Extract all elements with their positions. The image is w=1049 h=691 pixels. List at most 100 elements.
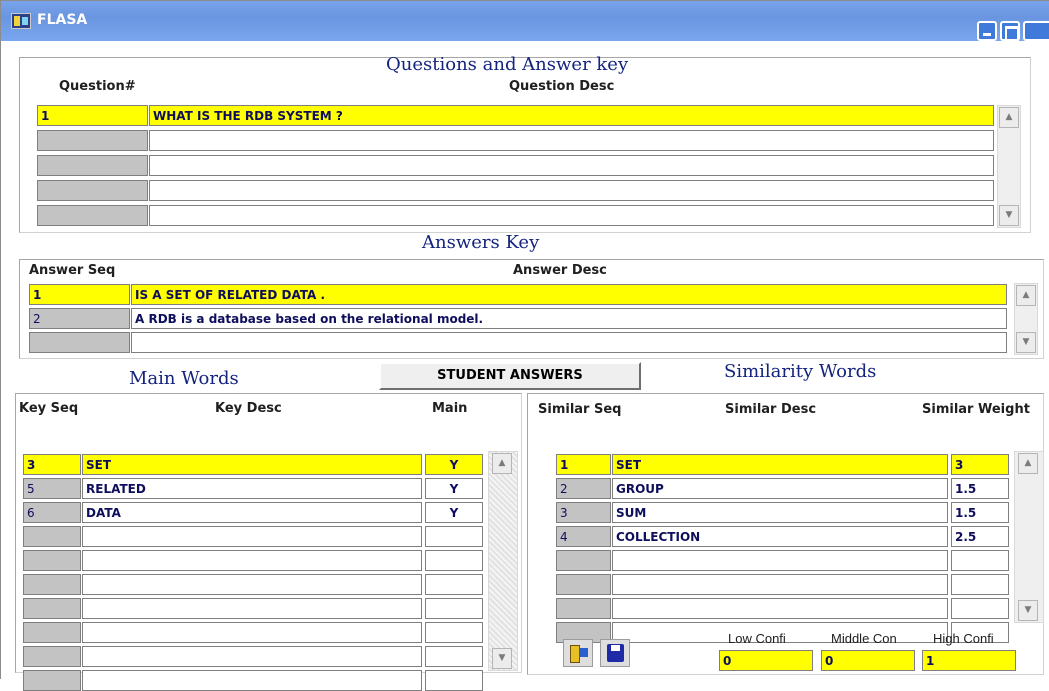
similar-seq-cell[interactable]: 3: [556, 502, 611, 523]
question-desc-cell[interactable]: WHAT IS THE RDB SYSTEM ?: [149, 105, 994, 126]
questions-scrollbar[interactable]: ▲ ▼: [997, 105, 1021, 228]
main-flag-cell[interactable]: Y: [425, 502, 483, 523]
similar-weight-header: Similar Weight: [922, 402, 1030, 417]
answers-scrollbar[interactable]: ▲ ▼: [1014, 283, 1038, 355]
exit-icon[interactable]: [563, 639, 593, 667]
main-words-scrollbar[interactable]: ▲ ▼: [488, 451, 518, 671]
similar-weight-cell[interactable]: [951, 550, 1009, 571]
form-content: Questions and Answer key Question# Quest…: [1, 41, 1049, 691]
similar-desc-cell[interactable]: [612, 574, 948, 595]
answer-seq-cell[interactable]: 1: [29, 284, 130, 305]
student-answers-button[interactable]: STUDENT ANSWERS: [379, 362, 641, 390]
key-seq-cell[interactable]: [23, 670, 81, 691]
question-desc-cell[interactable]: [149, 155, 994, 176]
key-desc-cell[interactable]: [82, 622, 422, 643]
answer-seq-cell[interactable]: 2: [29, 308, 130, 329]
key-seq-cell[interactable]: [23, 622, 81, 643]
similar-weight-cell[interactable]: 1.5: [951, 478, 1009, 499]
main-flag-cell[interactable]: [425, 670, 483, 691]
similar-desc-cell[interactable]: SET: [612, 454, 948, 475]
key-seq-cell[interactable]: [23, 550, 81, 571]
question-desc-cell[interactable]: [149, 180, 994, 201]
main-flag-cell[interactable]: [425, 574, 483, 595]
main-flag-cell[interactable]: [425, 622, 483, 643]
main-flag-cell[interactable]: [425, 598, 483, 619]
similar-desc-cell[interactable]: [612, 598, 948, 619]
key-desc-cell[interactable]: [82, 670, 422, 691]
scroll-up-arrow-icon[interactable]: ▲: [1016, 285, 1036, 306]
similar-seq-cell[interactable]: [556, 550, 611, 571]
similar-desc-cell[interactable]: SUM: [612, 502, 948, 523]
similar-seq-cell[interactable]: 4: [556, 526, 611, 547]
questions-section-title: Questions and Answer key: [386, 54, 629, 75]
similar-desc-cell[interactable]: COLLECTION: [612, 526, 948, 547]
key-seq-cell[interactable]: [23, 646, 81, 667]
similar-weight-cell[interactable]: [951, 574, 1009, 595]
scroll-down-arrow-icon[interactable]: ▼: [1016, 332, 1036, 353]
scroll-up-arrow-icon[interactable]: ▲: [999, 107, 1019, 128]
answer-desc-cell[interactable]: A RDB is a database based on the relatio…: [131, 308, 1007, 329]
similar-seq-cell[interactable]: [556, 598, 611, 619]
answer-desc-cell[interactable]: [131, 332, 1007, 353]
similar-seq-cell[interactable]: 1: [556, 454, 611, 475]
similar-desc-cell[interactable]: [612, 550, 948, 571]
window-title: FLASA: [37, 12, 88, 28]
save-icon[interactable]: [600, 639, 630, 667]
high-confi-field[interactable]: 1: [922, 650, 1016, 671]
similar-weight-cell[interactable]: 3: [951, 454, 1009, 475]
scroll-up-arrow-icon[interactable]: ▲: [1018, 453, 1038, 474]
key-desc-cell[interactable]: [82, 574, 422, 595]
key-desc-cell[interactable]: [82, 526, 422, 547]
main-flag-cell[interactable]: Y: [425, 454, 483, 475]
similar-weight-cell[interactable]: 1.5: [951, 502, 1009, 523]
high-confi-label: High Confi: [933, 631, 994, 646]
main-flag-cell[interactable]: Y: [425, 478, 483, 499]
middle-con-field[interactable]: 0: [821, 650, 915, 671]
question-desc-cell[interactable]: [149, 205, 994, 226]
key-desc-cell[interactable]: SET: [82, 454, 422, 475]
app-icon: [11, 13, 31, 29]
question-number-cell[interactable]: [37, 180, 148, 201]
key-seq-cell[interactable]: [23, 526, 81, 547]
similar-weight-cell[interactable]: 2.5: [951, 526, 1009, 547]
main-flag-cell[interactable]: [425, 526, 483, 547]
scroll-down-arrow-icon[interactable]: ▼: [999, 205, 1019, 226]
answer-desc-cell[interactable]: IS A SET OF RELATED DATA .: [131, 284, 1007, 305]
flasa-window: FLASA Questions and Answer key Question#…: [0, 0, 1049, 691]
question-desc-cell[interactable]: [149, 130, 994, 151]
low-confi-field[interactable]: 0: [719, 650, 813, 671]
question-number-cell[interactable]: [37, 155, 148, 176]
maximize-button[interactable]: [1000, 21, 1020, 41]
question-number-cell[interactable]: [37, 130, 148, 151]
key-desc-cell[interactable]: [82, 550, 422, 571]
scroll-down-arrow-icon[interactable]: ▼: [1018, 600, 1038, 621]
key-seq-cell[interactable]: [23, 598, 81, 619]
key-desc-cell[interactable]: [82, 646, 422, 667]
main-flag-cell[interactable]: [425, 550, 483, 571]
minimize-button[interactable]: [977, 21, 997, 41]
similar-weight-cell[interactable]: [951, 598, 1009, 619]
key-seq-cell[interactable]: 3: [23, 454, 81, 475]
key-seq-cell[interactable]: [23, 574, 81, 595]
question-number-cell[interactable]: [37, 205, 148, 226]
key-seq-header: Key Seq: [19, 401, 79, 416]
main-flag-cell[interactable]: [425, 646, 483, 667]
key-desc-cell[interactable]: [82, 598, 422, 619]
key-seq-cell[interactable]: 6: [23, 502, 81, 523]
close-button[interactable]: [1023, 21, 1049, 41]
similar-seq-cell[interactable]: [556, 574, 611, 595]
title-bar[interactable]: FLASA: [1, 1, 1049, 41]
question-desc-header: Question Desc: [509, 79, 615, 94]
similar-seq-cell[interactable]: 2: [556, 478, 611, 499]
scroll-up-arrow-icon[interactable]: ▲: [492, 453, 512, 474]
similar-desc-cell[interactable]: GROUP: [612, 478, 948, 499]
key-seq-cell[interactable]: 5: [23, 478, 81, 499]
middle-con-label: Middle Con: [831, 631, 897, 646]
scroll-down-arrow-icon[interactable]: ▼: [492, 648, 512, 669]
answer-seq-cell[interactable]: [29, 332, 130, 353]
key-desc-cell[interactable]: RELATED: [82, 478, 422, 499]
similarity-scrollbar[interactable]: ▲ ▼: [1014, 451, 1044, 623]
key-desc-cell[interactable]: DATA: [82, 502, 422, 523]
question-number-header: Question#: [59, 79, 136, 94]
question-number-cell[interactable]: 1: [37, 105, 148, 126]
